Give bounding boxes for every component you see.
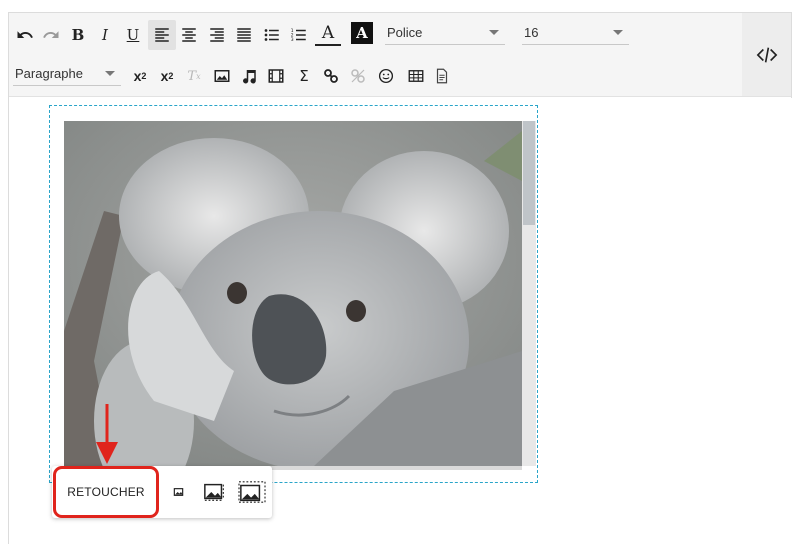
- koala-photo-illustration: [64, 121, 522, 466]
- unlink-icon: [351, 69, 365, 83]
- medium-image-icon: [204, 483, 224, 501]
- special-characters-button[interactable]: Σ: [291, 63, 317, 89]
- background-color-button[interactable]: A: [351, 22, 373, 44]
- large-image-icon: [238, 481, 266, 503]
- image-scrollbar[interactable]: [522, 121, 536, 466]
- align-center-button[interactable]: [176, 22, 202, 48]
- editor-toolbar: B I U 123 A A Police 16 Paragraphe x 2 x…: [9, 13, 743, 97]
- insert-table-button[interactable]: [403, 63, 429, 89]
- font-size-value: 16: [524, 25, 539, 40]
- bold-button[interactable]: B: [65, 22, 91, 48]
- chevron-down-icon: [613, 30, 623, 35]
- emoji-button[interactable]: [373, 63, 399, 89]
- redo-button[interactable]: [38, 22, 64, 48]
- insert-link-button[interactable]: [318, 63, 344, 89]
- svg-text:3: 3: [291, 37, 294, 43]
- subscript-digit: 2: [141, 71, 147, 81]
- align-left-icon: [155, 28, 169, 42]
- text-color-button[interactable]: A: [315, 22, 341, 46]
- insert-document-button[interactable]: [429, 63, 455, 89]
- paragraph-format-select[interactable]: Paragraphe: [13, 62, 121, 86]
- superscript-icon: x: [160, 68, 169, 84]
- music-note-icon: [243, 70, 256, 84]
- image-size-medium-button[interactable]: [201, 479, 229, 505]
- image-icon: [214, 70, 230, 82]
- red-arrow-annotation: [96, 404, 118, 464]
- scrollbar-thumb[interactable]: [523, 121, 535, 225]
- bullet-list-button[interactable]: [259, 22, 285, 48]
- film-icon: [268, 69, 284, 83]
- numbered-list-icon: 123: [291, 28, 306, 43]
- insert-image-button[interactable]: [209, 63, 235, 89]
- unlink-button[interactable]: [345, 63, 371, 89]
- chevron-down-icon: [105, 71, 115, 76]
- image-size-small-button[interactable]: [169, 480, 193, 504]
- document-icon: [436, 68, 448, 84]
- align-left-button[interactable]: [148, 20, 176, 50]
- smiley-icon: [378, 68, 394, 84]
- font-family-value: Police: [387, 25, 423, 40]
- undo-icon: [17, 31, 33, 38]
- clear-format-button[interactable]: Tx: [181, 63, 207, 89]
- superscript-digit: 2: [168, 71, 174, 81]
- bullet-list-icon: [264, 29, 279, 41]
- justify-icon: [237, 28, 251, 42]
- superscript-button[interactable]: x2: [154, 63, 180, 89]
- koala-image[interactable]: [64, 121, 522, 466]
- insert-audio-button[interactable]: [236, 63, 262, 89]
- sigma-icon: Σ: [299, 67, 309, 85]
- link-icon: [324, 69, 338, 83]
- small-image-icon: [173, 488, 184, 496]
- align-center-icon: [182, 28, 196, 42]
- undo-button[interactable]: [12, 22, 38, 48]
- redo-icon: [43, 31, 59, 38]
- paragraph-format-value: Paragraphe: [15, 66, 83, 81]
- code-icon: [756, 47, 777, 62]
- font-size-select[interactable]: 16: [522, 21, 629, 45]
- align-right-icon: [210, 28, 224, 42]
- clear-format-x: x: [196, 71, 201, 81]
- italic-button[interactable]: I: [92, 22, 118, 48]
- code-view-button[interactable]: [742, 13, 791, 97]
- clear-format-icon: T: [187, 68, 197, 84]
- numbered-list-button[interactable]: 123: [286, 22, 312, 48]
- table-icon: [408, 70, 424, 82]
- align-right-button[interactable]: [204, 22, 230, 48]
- retouch-button[interactable]: RETOUCHER: [53, 466, 159, 518]
- image-size-large-button[interactable]: [236, 478, 268, 506]
- subscript-icon: x: [133, 68, 142, 84]
- justify-button[interactable]: [231, 22, 257, 48]
- chevron-down-icon: [489, 30, 499, 35]
- subscript-button[interactable]: x2: [127, 63, 153, 89]
- insert-video-button[interactable]: [263, 63, 289, 89]
- font-family-select[interactable]: Police: [385, 21, 505, 45]
- underline-button[interactable]: U: [120, 22, 146, 48]
